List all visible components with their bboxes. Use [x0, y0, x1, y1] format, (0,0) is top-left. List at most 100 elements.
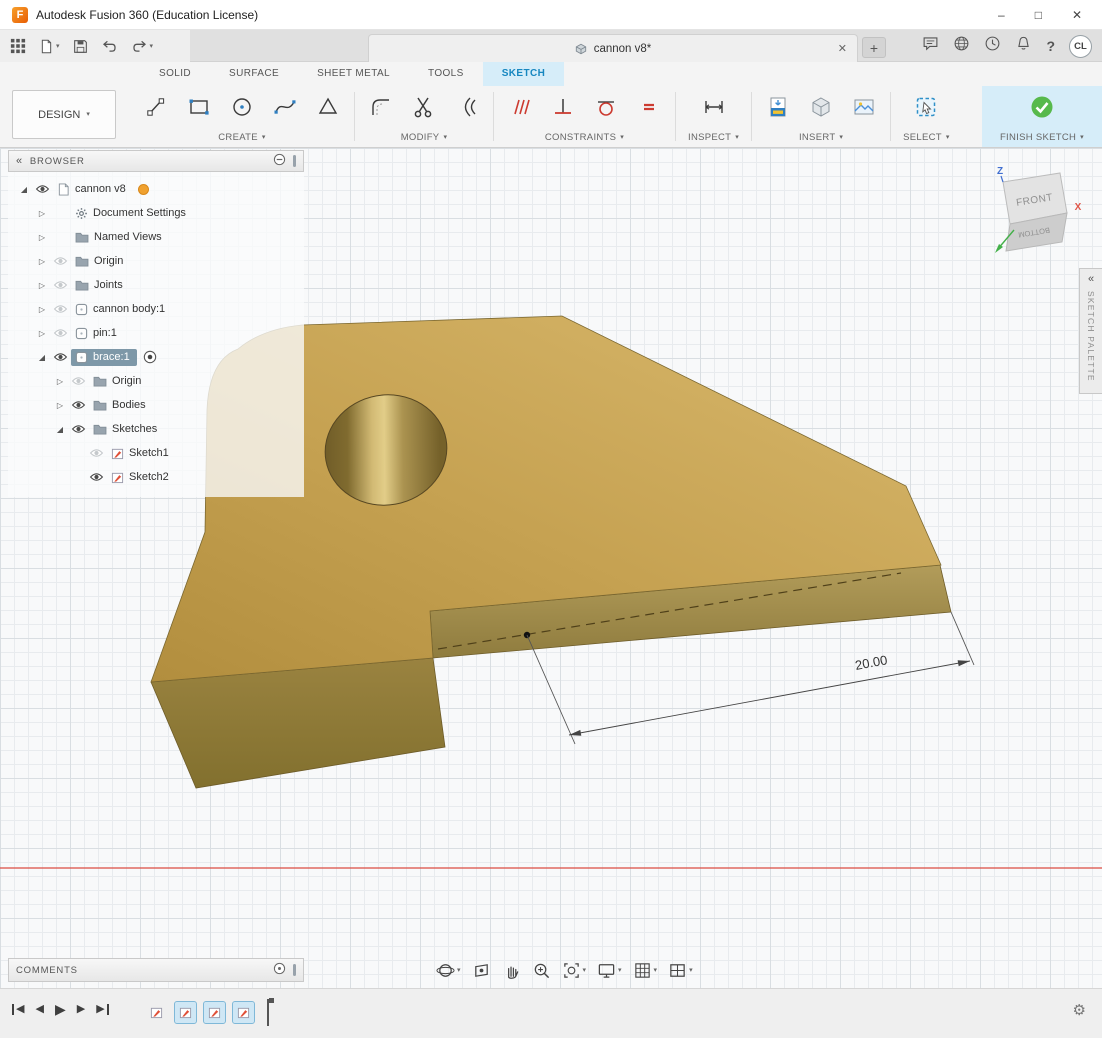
polygon-tool-button[interactable]	[314, 93, 342, 121]
browser-item-pin-1[interactable]: ▷pin:1	[8, 321, 304, 345]
tab-close-icon[interactable]: ✕	[838, 42, 847, 55]
visibility-eye-icon[interactable]	[68, 424, 89, 434]
tangent-tool-button[interactable]	[592, 93, 620, 121]
comments-panel[interactable]: COMMENTS	[8, 958, 304, 982]
browser-item-joints[interactable]: ▷Joints	[8, 273, 304, 297]
display-settings-button[interactable]: ▾	[595, 959, 624, 982]
line-tool-button[interactable]	[142, 93, 170, 121]
expand-palette-icon[interactable]: «	[1088, 274, 1094, 285]
expand-comments-icon[interactable]	[273, 962, 286, 978]
visibility-eye-icon[interactable]	[68, 376, 89, 386]
visibility-eye-icon[interactable]	[50, 328, 71, 338]
pan-button[interactable]	[500, 959, 523, 982]
spline-tool-button[interactable]	[271, 93, 299, 121]
ribbon-tab-solid[interactable]: SOLID	[140, 62, 210, 86]
save-button[interactable]	[73, 39, 88, 54]
new-tab-button[interactable]: +	[862, 37, 886, 58]
browser-item-sketch1[interactable]: Sketch1	[8, 441, 304, 465]
select-tool-button[interactable]	[912, 93, 940, 121]
browser-item-origin[interactable]: ▷Origin	[8, 369, 304, 393]
ribbon-group-label[interactable]: MODIFY	[401, 132, 440, 143]
circle-tool-button[interactable]	[228, 93, 256, 121]
go-to-start-button[interactable]: ◀	[12, 1004, 24, 1015]
expand-arrow-icon[interactable]: ▷	[34, 209, 50, 218]
expand-arrow-icon[interactable]: ▷	[34, 281, 50, 290]
expand-arrow-icon[interactable]: ▷	[52, 401, 68, 410]
ribbon-group-label[interactable]: INSERT	[799, 132, 835, 143]
expand-arrow-icon[interactable]: ▷	[34, 329, 50, 338]
design-workspace-dropdown[interactable]: DESIGN ▾	[12, 90, 116, 139]
file-menu-button[interactable]: ▾	[39, 39, 60, 54]
visibility-eye-icon[interactable]	[86, 448, 107, 458]
browser-item-cannon-body-1[interactable]: ▷cannon body:1	[8, 297, 304, 321]
step-back-button[interactable]: ◀	[35, 1004, 43, 1015]
look-at-button[interactable]	[470, 959, 493, 982]
user-avatar[interactable]: CL	[1069, 35, 1092, 58]
browser-item-brace-1[interactable]: ◢brace:1	[8, 345, 304, 369]
canvas-tool-button[interactable]	[850, 93, 878, 121]
ribbon-tab-sheet-metal[interactable]: SHEET METAL	[298, 62, 409, 86]
play-button[interactable]: ▶	[55, 1002, 66, 1016]
visibility-eye-icon[interactable]	[50, 352, 71, 362]
help-icon[interactable]: ?	[1046, 38, 1055, 54]
browser-item-document-settings[interactable]: ▷Document Settings	[8, 201, 304, 225]
timeline-feature-sketch-3[interactable]	[204, 1002, 225, 1023]
expand-arrow-icon[interactable]: ▷	[34, 305, 50, 314]
app-grid-icon[interactable]	[10, 38, 26, 54]
visibility-eye-icon[interactable]	[50, 280, 71, 290]
finish-sketch-tool-button[interactable]	[1028, 93, 1056, 121]
timeline-position-marker[interactable]	[267, 999, 269, 1026]
timeline-settings-gear-icon[interactable]: ⚙	[1073, 1001, 1086, 1019]
visibility-eye-icon[interactable]	[68, 400, 89, 410]
perpendicular-tool-button[interactable]	[549, 93, 577, 121]
equal-tool-button[interactable]	[635, 93, 663, 121]
fillet-tool-button[interactable]	[367, 93, 395, 121]
undo-button[interactable]	[101, 39, 118, 53]
comment-icon[interactable]	[922, 35, 939, 57]
browser-item-cannon-v8[interactable]: ◢cannon v8	[8, 177, 304, 201]
activate-component-icon[interactable]	[143, 350, 157, 364]
redo-button[interactable]: ▾	[131, 39, 154, 53]
measure-tool-button[interactable]	[700, 93, 728, 121]
browser-item-sketch2[interactable]: Sketch2	[8, 465, 304, 489]
job-status-globe-icon[interactable]	[953, 35, 970, 57]
notifications-bell-icon[interactable]	[1015, 35, 1032, 57]
history-clock-icon[interactable]	[984, 35, 1001, 57]
dimension-line[interactable]	[569, 661, 970, 735]
dimension-label[interactable]: 20.00	[854, 652, 889, 673]
expand-arrow-icon[interactable]: ▷	[34, 233, 50, 242]
minimize-button[interactable]: –	[998, 8, 1005, 22]
ribbon-tab-tools[interactable]: TOOLS	[409, 62, 483, 86]
browser-item-origin[interactable]: ▷Origin	[8, 249, 304, 273]
timeline-feature-sketch-1[interactable]	[146, 1002, 167, 1023]
rectangle-tool-button[interactable]	[185, 93, 213, 121]
grid-snaps-button[interactable]: ▾	[631, 959, 660, 982]
collapse-all-icon[interactable]	[273, 153, 286, 169]
timeline-feature-sketch-2[interactable]	[175, 1002, 196, 1023]
fit-button[interactable]: ▾	[560, 959, 589, 982]
browser-item-named-views[interactable]: ▷Named Views	[8, 225, 304, 249]
step-forward-button[interactable]: ▶	[77, 1004, 85, 1015]
go-to-end-button[interactable]: ▶	[96, 1004, 108, 1015]
ribbon-group-label[interactable]: SELECT	[903, 132, 942, 143]
viewports-button[interactable]: ▾	[666, 959, 695, 982]
expand-arrow-icon[interactable]: ▷	[52, 377, 68, 386]
document-tab[interactable]: cannon v8* ✕	[368, 34, 858, 62]
expand-arrow-icon[interactable]: ▷	[34, 257, 50, 266]
panel-scrollbar[interactable]	[293, 155, 296, 167]
collapse-panel-icon[interactable]: «	[16, 156, 23, 167]
ribbon-tab-sketch[interactable]: SKETCH	[483, 62, 565, 86]
sketch-palette-tab[interactable]: « SKETCH PALETTE	[1079, 268, 1102, 394]
offset-tool-button[interactable]	[453, 93, 481, 121]
ribbon-group-label[interactable]: CONSTRAINTS	[545, 132, 616, 143]
viewport[interactable]: 20.00 FRONT BOTTOM Z X « BROWSER ◢cannon…	[0, 148, 1102, 988]
view-cube[interactable]: FRONT BOTTOM Z X	[995, 166, 1082, 253]
maximize-button[interactable]: □	[1035, 8, 1042, 22]
ribbon-group-label[interactable]: FINISH SKETCH	[1000, 132, 1076, 143]
timeline-feature-sketch-4[interactable]	[233, 1002, 254, 1023]
expand-arrow-icon[interactable]: ◢	[16, 185, 32, 194]
browser-header[interactable]: « BROWSER	[8, 150, 304, 172]
zoom-button[interactable]	[530, 959, 553, 982]
browser-item-bodies[interactable]: ▷Bodies	[8, 393, 304, 417]
visibility-eye-icon[interactable]	[86, 472, 107, 482]
